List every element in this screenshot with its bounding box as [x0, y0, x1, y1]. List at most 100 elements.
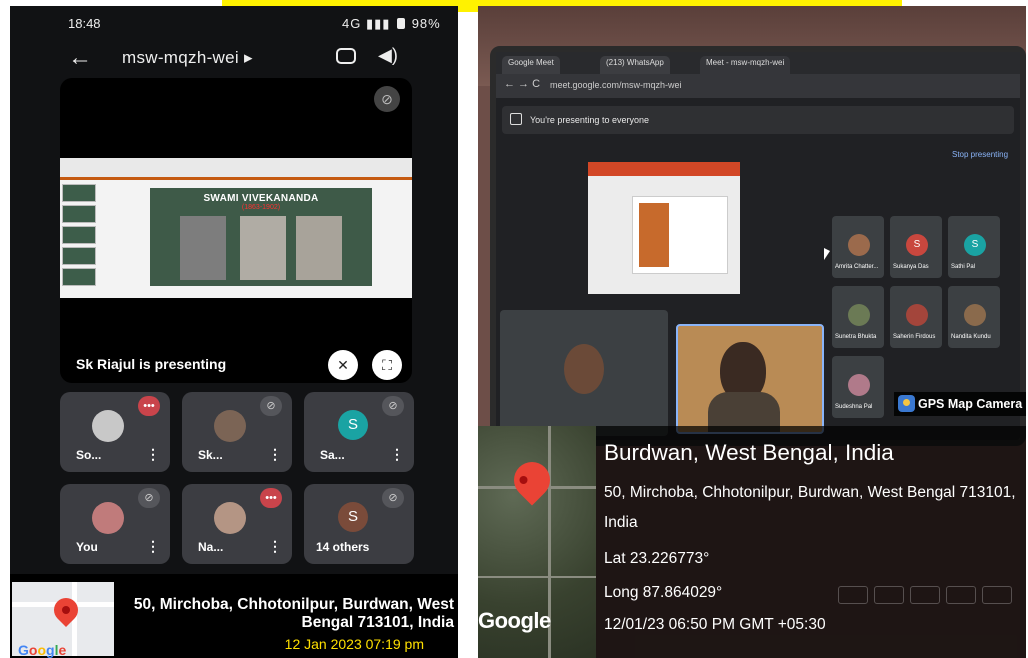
- participant-name: Sa...: [320, 448, 345, 462]
- participant-tile[interactable]: ••• Na... ⋮: [182, 484, 292, 564]
- avatar: S: [338, 410, 368, 440]
- google-logo: Google: [478, 608, 551, 633]
- avatar: [848, 374, 870, 396]
- present-icon: [510, 113, 522, 125]
- participant-tile[interactable]: S Sathi Pal: [948, 216, 1000, 278]
- shared-slide: [588, 162, 740, 294]
- participant-name: Sathi Pal: [951, 264, 976, 270]
- avatar: [214, 502, 246, 534]
- pin-off-icon[interactable]: ✕: [328, 350, 358, 380]
- slide-photo: [240, 216, 286, 280]
- slide-photo: [296, 216, 342, 280]
- keyboard: [598, 576, 1026, 658]
- google-logo: Google: [18, 642, 67, 658]
- slide-main: SWAMI VIVEKANANDA (1863-1902): [150, 188, 372, 286]
- laptop-screen: Google Meet (213) WhatsApp Meet - msw-mq…: [490, 46, 1026, 446]
- meet-header: ← msw-mqzh-wei ▸ ◀): [10, 36, 458, 80]
- geo-latitude: Lat 23.226773°: [604, 550, 710, 567]
- status-icons: 4G ▮▮▮ 98%: [342, 16, 441, 32]
- switch-camera-icon[interactable]: [336, 48, 356, 64]
- mic-off-icon: ⊘: [382, 396, 404, 416]
- participant-tile[interactable]: Sudeshna Pal: [832, 356, 884, 418]
- participant-name: So...: [76, 448, 102, 462]
- audio-level-icon: •••: [260, 488, 282, 508]
- gps-camera-label: GPS Map Camera: [918, 397, 1023, 411]
- participant-name: Sk...: [198, 448, 223, 462]
- meeting-code[interactable]: msw-mqzh-wei ▸: [122, 48, 253, 68]
- keyboard-key: [910, 586, 940, 604]
- participant-tile[interactable]: ⊘ S Sa... ⋮: [304, 392, 414, 472]
- avatar: [92, 410, 124, 442]
- participant-name: Na...: [198, 540, 224, 554]
- participant-name: Amrita Chatter...: [835, 264, 879, 270]
- audio-level-icon: •••: [138, 396, 160, 416]
- participant-name: You: [76, 540, 98, 554]
- participant-name: Sunetra Bhukta: [835, 334, 877, 340]
- participant-tile[interactable]: Sunetra Bhukta: [832, 286, 884, 348]
- participant-name: Sukanya Das: [893, 264, 929, 270]
- tab-google-meet[interactable]: Google Meet: [502, 56, 560, 74]
- tab-meet-call[interactable]: Meet - msw-mqzh-wei: [700, 56, 791, 74]
- stop-presenting-button[interactable]: Stop presenting: [952, 150, 1008, 159]
- participant-tile-others[interactable]: ⊘ S 14 others: [304, 484, 414, 564]
- slide-photo: [639, 203, 669, 267]
- avatar: [214, 410, 246, 442]
- more-options-icon[interactable]: ⋮: [268, 446, 282, 463]
- laptop-photo: Google Meet (213) WhatsApp Meet - msw-mq…: [478, 6, 1026, 658]
- participant-tile[interactable]: S Sukanya Das: [890, 216, 942, 278]
- slide-preview: [632, 196, 728, 274]
- presenting-banner: You're presenting to everyone: [502, 106, 1014, 134]
- participant-tile[interactable]: ••• So... ⋮: [60, 392, 170, 472]
- participant-tile[interactable]: Saherin Firdous: [890, 286, 942, 348]
- map-road: [478, 576, 596, 578]
- more-options-icon[interactable]: ⋮: [390, 446, 404, 463]
- participant-name: Sudeshna Pal: [835, 404, 873, 410]
- meeting-code-label: msw-mqzh-wei: [122, 48, 239, 67]
- slide-title: SWAMI VIVEKANANDA: [203, 193, 319, 204]
- participant-name: Nandita Kundu: [951, 334, 991, 340]
- map-thumbnail: Google: [12, 582, 114, 658]
- mouse-cursor: [824, 248, 830, 260]
- more-options-icon[interactable]: ⋮: [146, 538, 160, 555]
- status-time: 18:48: [68, 16, 101, 31]
- mic-off-icon: ⊘: [138, 488, 160, 508]
- presenting-text: You're presenting to everyone: [530, 115, 649, 125]
- battery-icon: [397, 18, 406, 29]
- avatar: [848, 234, 870, 256]
- mic-off-icon: ⊘: [382, 488, 404, 508]
- mic-off-icon: ⊘: [260, 396, 282, 416]
- fullscreen-icon[interactable]: ⛶: [372, 350, 402, 380]
- chevron-right-icon: ▸: [243, 48, 253, 67]
- battery-level: 98%: [411, 16, 441, 31]
- participant-tile[interactable]: ⊘ Sk... ⋮: [182, 392, 292, 472]
- participant-video-tile[interactable]: [500, 310, 668, 436]
- geo-address-line2: India: [604, 514, 638, 531]
- keyboard-key: [874, 586, 904, 604]
- mic-off-icon: ⊘: [374, 86, 400, 112]
- nav-arrows-icon[interactable]: ← → C: [504, 78, 540, 90]
- signal-icon: ▮▮▮: [365, 16, 391, 31]
- address-bar[interactable]: ← → C meet.google.com/msw-mqzh-wei: [496, 74, 1020, 98]
- keyboard-key: [982, 586, 1012, 604]
- more-options-icon[interactable]: ⋮: [146, 446, 160, 463]
- participant-tile[interactable]: ⊘ You ⋮: [60, 484, 170, 564]
- speaker-icon[interactable]: ◀): [378, 45, 398, 66]
- phone-screenshot: 18:48 4G ▮▮▮ 98% ← msw-mqzh-wei ▸ ◀) ⊘ S…: [10, 6, 458, 658]
- ppt-ribbon: [588, 162, 740, 176]
- avatar: [92, 502, 124, 534]
- url-text: meet.google.com/msw-mqzh-wei: [550, 80, 682, 90]
- avatar: [964, 304, 986, 326]
- back-arrow-icon[interactable]: ←: [68, 44, 92, 72]
- presentation-card: ⊘ SWAMI VIVEKANANDA (1863-1902) Sk Riaju…: [60, 78, 412, 383]
- tab-whatsapp[interactable]: (213) WhatsApp: [600, 56, 670, 74]
- self-camera-tile[interactable]: [676, 324, 824, 434]
- status-bar: 18:48 4G ▮▮▮ 98%: [10, 6, 458, 36]
- phone-geotag: Google 50, Mirchoba, Chhotonilpur, Burdw…: [10, 574, 458, 658]
- participant-face: [564, 344, 604, 394]
- participant-tile[interactable]: Amrita Chatter...: [832, 216, 884, 278]
- more-options-icon[interactable]: ⋮: [268, 538, 282, 555]
- keyboard-key: [946, 586, 976, 604]
- participant-tile[interactable]: Nandita Kundu: [948, 286, 1000, 348]
- avatar: S: [906, 234, 928, 256]
- geotag-datetime: 12 Jan 2023 07:19 pm: [284, 636, 424, 652]
